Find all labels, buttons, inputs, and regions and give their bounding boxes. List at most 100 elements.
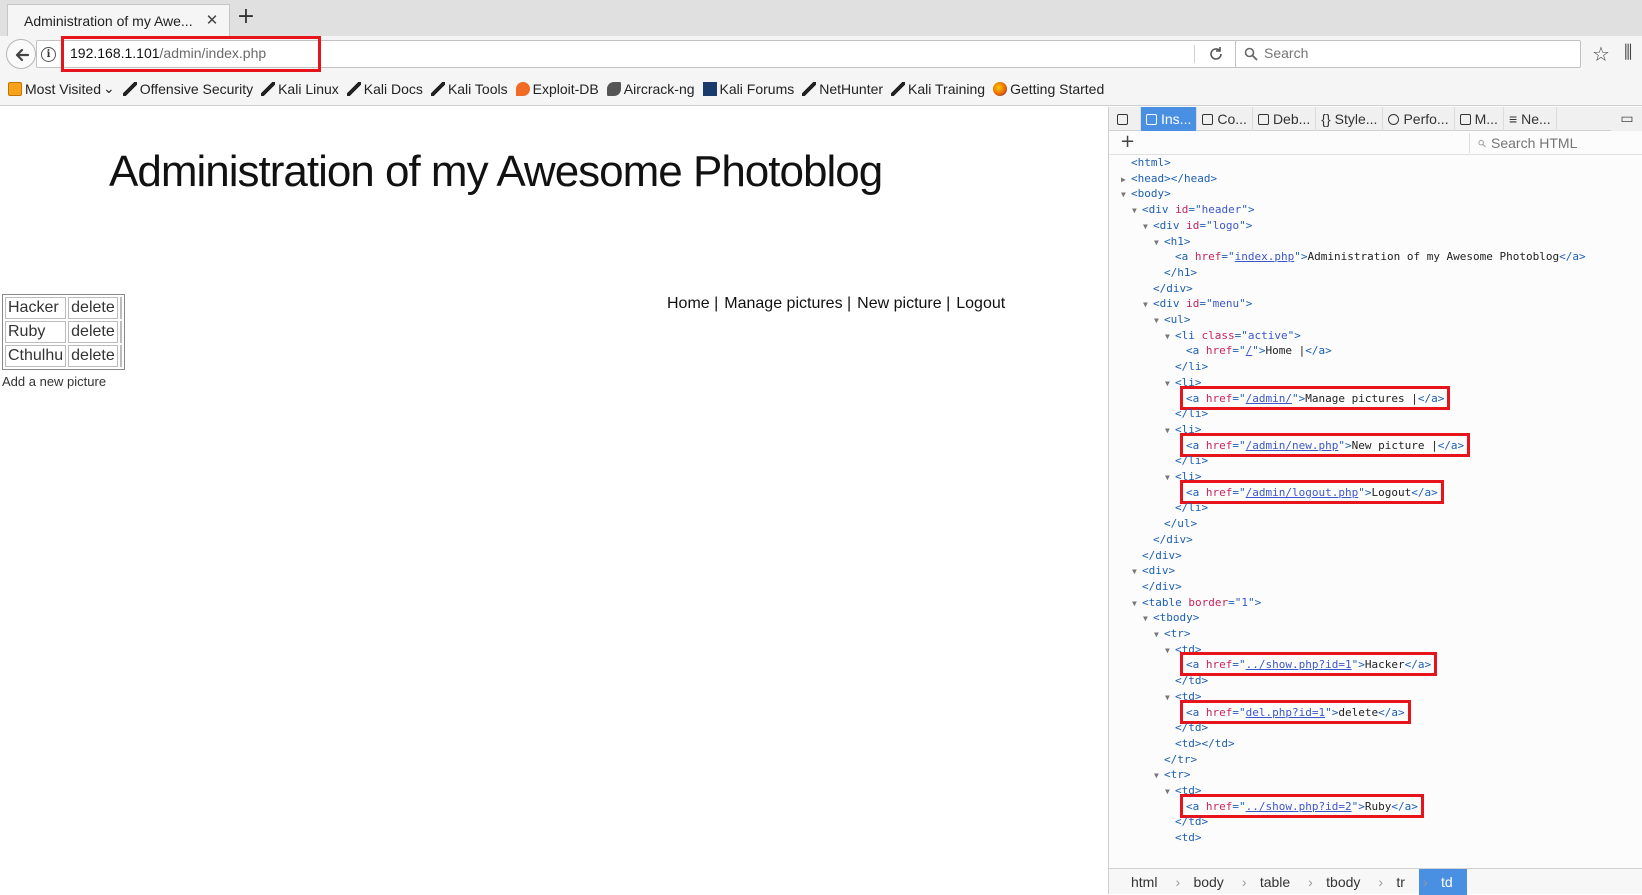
dom-node[interactable]: </div> [1143,281,1193,297]
dom-node[interactable]: </td> [1165,720,1208,736]
breadcrumb-td[interactable]: td [1418,869,1467,895]
bookmark-item[interactable]: Aircrack-ng [606,81,695,97]
menu-item-manage-pictures[interactable]: Manage pictures | [724,295,851,313]
collapse-arrow-icon[interactable]: ▼ [1154,768,1164,784]
tab-network[interactable]: ≡ Ne... [1504,107,1557,131]
collapse-arrow-icon[interactable]: ▼ [1154,235,1164,251]
dom-node[interactable]: </tr> [1154,752,1197,768]
dom-node[interactable]: ▼ <h1> [1154,234,1191,250]
dom-node[interactable]: </td> [1165,673,1208,689]
dom-node[interactable]: </li> [1165,500,1208,516]
dom-node[interactable]: ▼ <li class="active"> [1165,328,1301,344]
add-node-icon[interactable]: + [1120,131,1135,152]
bookmark-item[interactable]: Kali Tools [430,81,508,97]
collapse-arrow-icon[interactable]: ▼ [1121,187,1131,203]
dom-node[interactable]: </div> [1132,548,1182,564]
info-icon[interactable]: i [41,47,56,62]
dom-node[interactable]: <a href="index.php">Administration of my… [1165,249,1586,265]
breadcrumb-tbody[interactable]: tbody [1304,869,1374,895]
collapse-arrow-icon[interactable]: ▼ [1132,596,1142,612]
bookmark-item[interactable]: Most Visited ⌄ [8,80,115,97]
menu-item-new-picture[interactable]: New picture | [857,295,950,313]
dom-node[interactable]: ▼ <div id="header"> [1132,202,1255,218]
element-picker-icon[interactable] [1109,107,1141,131]
tab-performance[interactable]: Perfo... [1383,107,1455,131]
dom-node[interactable]: <a href="/">Home |</a> [1176,343,1332,359]
bookmark-item[interactable]: Kali Forums [702,81,794,97]
dom-node[interactable]: ▼ <tr> [1154,626,1191,642]
url-bar[interactable]: i 192.168.1.101/admin/index.php [36,36,1248,72]
browser-tab[interactable]: Administration of my Awe... ✕ [7,4,230,36]
picture-name-link[interactable]: Ruby [5,321,67,343]
menu-item-home[interactable]: Home | [667,295,718,313]
collapse-arrow-icon[interactable]: ▼ [1132,564,1142,580]
delete-link[interactable]: delete [68,345,118,367]
search-bar[interactable] [1235,40,1581,68]
new-tab-button[interactable]: + [234,6,258,30]
reload-icon[interactable] [1207,45,1225,63]
bookmark-item[interactable]: Exploit-DB [515,81,599,97]
dom-node[interactable]: <html> [1121,155,1171,171]
dom-node[interactable]: </li> [1165,453,1208,469]
delete-link[interactable]: delete [68,321,118,343]
collapse-arrow-icon[interactable]: ▼ [1143,219,1153,235]
dom-node[interactable]: ▼ <div id="logo"> [1143,218,1252,234]
dom-node[interactable]: ▶ <head></head> [1121,171,1217,187]
collapse-arrow-icon[interactable]: ▼ [1165,690,1175,706]
collapse-arrow-icon[interactable]: ▼ [1165,470,1175,486]
collapse-arrow-icon[interactable]: ▼ [1165,643,1175,659]
picture-name-link[interactable]: Cthulhu [5,345,67,367]
dom-node[interactable]: </div> [1143,532,1193,548]
back-button[interactable] [6,39,36,69]
menu-item-logout[interactable]: Logout [956,295,1005,313]
delete-link[interactable]: delete [68,297,118,319]
picture-name-link[interactable]: Hacker [5,297,67,319]
tab-console[interactable]: Co... [1197,107,1253,131]
tab-debugger[interactable]: Deb... [1253,107,1317,131]
collapse-arrow-icon[interactable]: ▼ [1165,784,1175,800]
dom-node[interactable]: ▼ <tr> [1154,767,1191,783]
collapse-arrow-icon[interactable]: ▼ [1165,423,1175,439]
dom-node[interactable]: </td> [1165,814,1208,830]
dom-node[interactable]: <td></td> [1165,736,1235,752]
dom-node[interactable]: ▼ <body> [1121,186,1171,202]
tab-inspector[interactable]: Ins... [1141,107,1198,131]
collapse-arrow-icon[interactable]: ▼ [1154,627,1164,643]
library-icon[interactable]: ⫼ [1624,42,1632,63]
html-search[interactable] [1469,133,1641,153]
dom-node[interactable]: ▼ <div> [1132,563,1175,579]
tab-style-editor[interactable]: {} Style... [1316,107,1384,131]
bookmark-star-icon[interactable]: ☆ [1592,42,1610,66]
bookmark-item[interactable]: Kali Linux [261,81,339,97]
dock-layout-icon[interactable]: ▭ [1611,107,1642,131]
dom-node[interactable]: ▼ <table border="1"> [1132,595,1261,611]
dom-node[interactable]: <td> [1165,830,1202,846]
dom-node[interactable]: </div> [1132,579,1182,595]
collapse-arrow-icon[interactable]: ▼ [1165,329,1175,345]
dom-node[interactable]: </ul> [1154,516,1197,532]
expand-arrow-icon[interactable]: ▶ [1121,172,1131,188]
bookmark-item[interactable]: Kali Docs [346,81,423,97]
search-html-input[interactable] [1491,135,1641,151]
breadcrumb-table[interactable]: table [1238,869,1304,895]
collapse-arrow-icon[interactable]: ▼ [1154,313,1164,329]
bookmark-item[interactable]: NetHunter [802,81,883,97]
dom-node[interactable]: </h1> [1154,265,1197,281]
collapse-arrow-icon[interactable]: ▼ [1165,376,1175,392]
page-title[interactable]: Administration of my Awesome Photoblog [109,147,883,197]
breadcrumb-html[interactable]: html [1109,869,1171,895]
dom-node[interactable]: ▼ <div id="menu"> [1143,296,1252,312]
collapse-arrow-icon[interactable]: ▼ [1132,203,1142,219]
bookmark-item[interactable]: Getting Started [993,81,1104,97]
dom-node[interactable]: ▼ <ul> [1154,312,1191,328]
close-tab-icon[interactable]: ✕ [203,11,221,29]
bookmark-item[interactable]: Offensive Security [122,81,253,97]
bookmark-item[interactable]: Kali Training [891,81,985,97]
tab-memory[interactable]: M... [1455,107,1504,131]
dom-node[interactable]: ▼ <tbody> [1143,610,1199,626]
dom-node[interactable]: </li> [1165,359,1208,375]
breadcrumb-body[interactable]: body [1171,869,1237,895]
search-input[interactable] [1264,45,1564,61]
collapse-arrow-icon[interactable]: ▼ [1143,611,1153,627]
collapse-arrow-icon[interactable]: ▼ [1143,297,1153,313]
